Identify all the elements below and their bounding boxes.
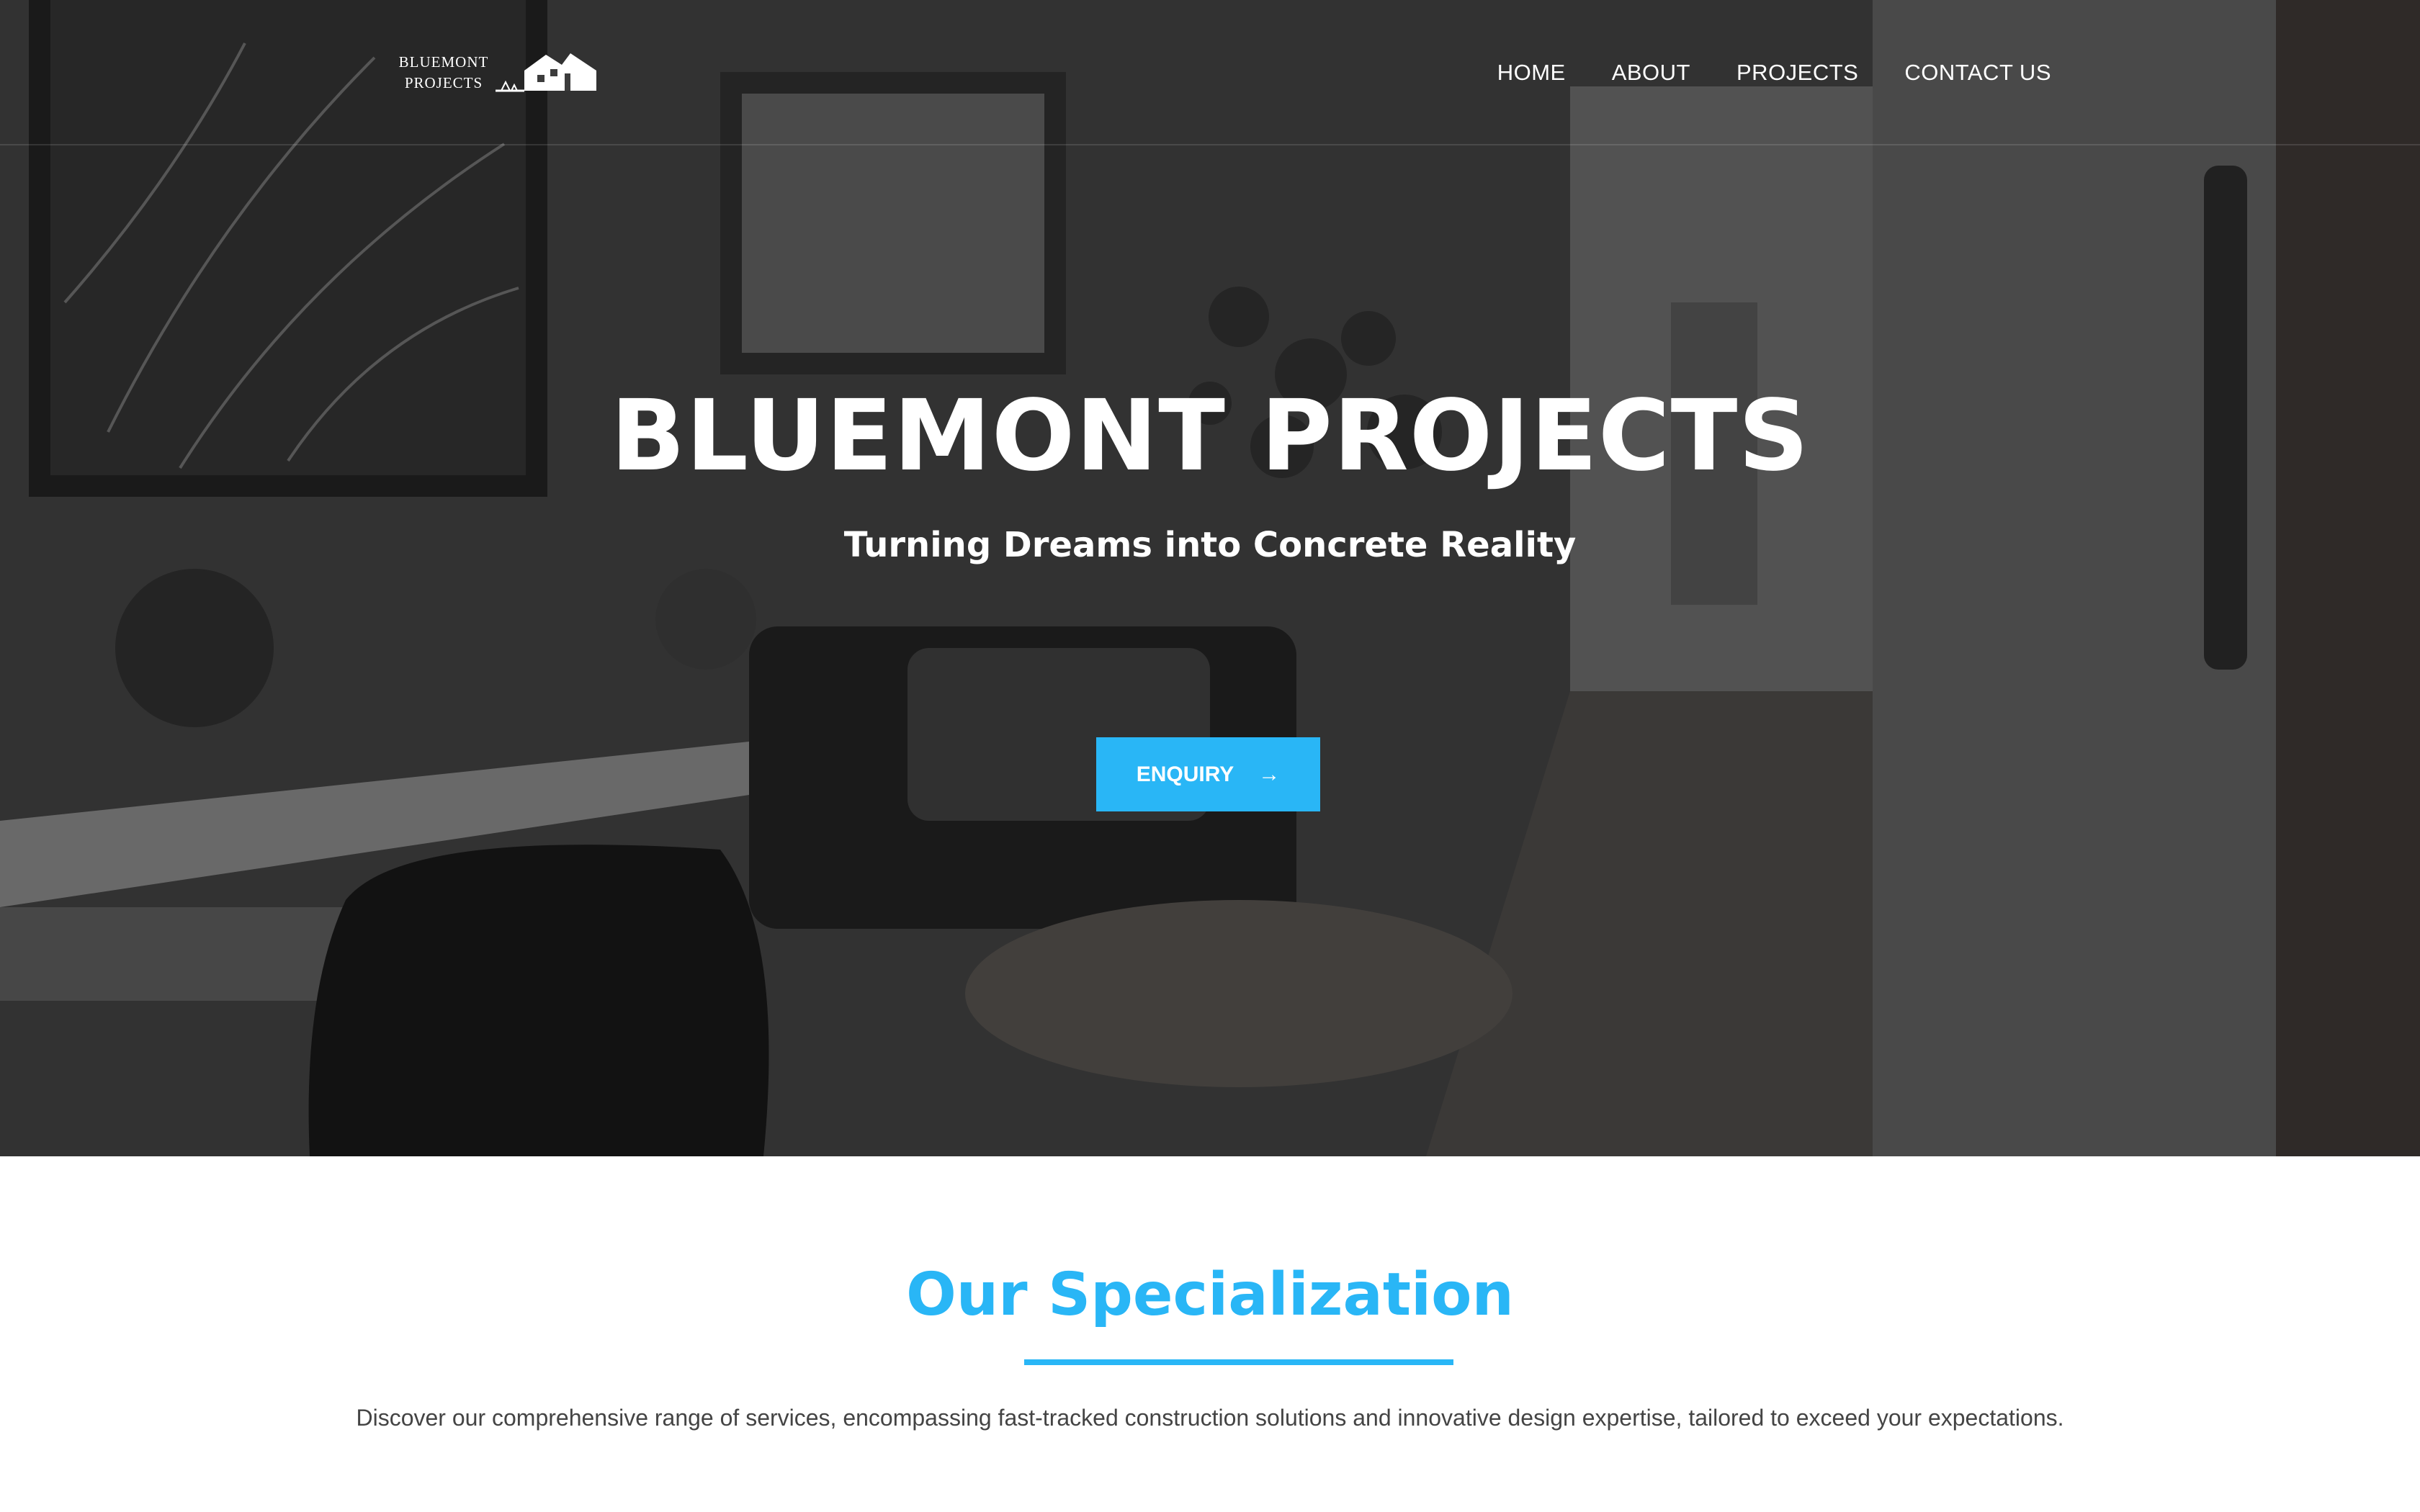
specialization-title: Our Specialization: [906, 1261, 1514, 1329]
logo-line-2: PROJECTS: [404, 74, 483, 91]
title-underline: [1024, 1359, 1453, 1365]
brand-logo[interactable]: BLUEMONT PROJECTS: [393, 49, 602, 94]
nav-about[interactable]: ABOUT: [1612, 56, 1690, 89]
specialization-description: Discover our comprehensive range of serv…: [356, 1405, 2064, 1431]
logo-line-1: BLUEMONT: [398, 53, 489, 71]
enquiry-label: ENQUIRY: [1136, 762, 1234, 786]
arrow-right-icon: →: [1258, 762, 1281, 786]
hero-subtitle: Turning Dreams into Concrete Reality: [843, 525, 1577, 565]
nav-home[interactable]: HOME: [1497, 56, 1566, 89]
main-nav: HOME ABOUT PROJECTS CONTACT US: [1497, 56, 2051, 89]
house-icon: [496, 53, 596, 92]
logo-text: BLUEMONT PROJECTS: [393, 52, 494, 94]
enquiry-button[interactable]: ENQUIRY →: [1096, 737, 1320, 811]
nav-projects[interactable]: PROJECTS: [1736, 56, 1858, 89]
nav-contact-us[interactable]: CONTACT US: [1904, 56, 2051, 89]
hero-overlay: [0, 0, 2420, 1156]
hero-section: BLUEMONT PROJECTS HOME ABOUT PROJECTS CO…: [0, 0, 2420, 1156]
hero-title: BLUEMONT PROJECTS: [610, 379, 1810, 493]
top-navigation-bar: BLUEMONT PROJECTS HOME ABOUT PROJECTS CO…: [0, 0, 2420, 145]
